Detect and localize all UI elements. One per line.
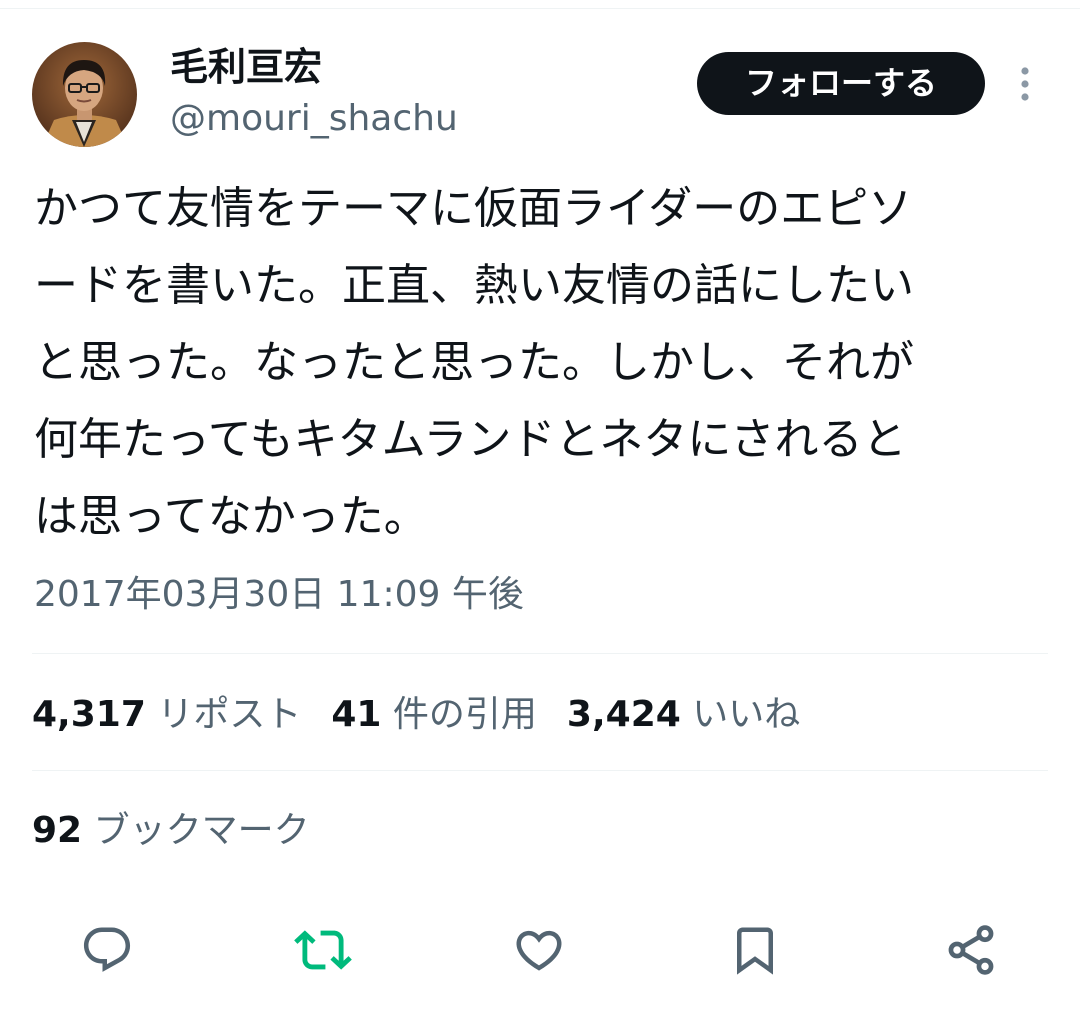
- repost-label: リポスト: [157, 694, 302, 735]
- like-label: いいね: [692, 694, 801, 735]
- tweet-line: 何年たってもキタムランドとネタにされると: [34, 414, 907, 465]
- tweet-timestamp[interactable]: 2017年03月30日 11:09 午後: [34, 570, 524, 620]
- tweet-line: ードを書いた。正直、熱い友情の話にしたい: [34, 260, 914, 311]
- tweet-line: と思った。なったと思った。しかし、それが: [34, 337, 914, 388]
- repost-button[interactable]: [293, 920, 353, 980]
- heart-icon: [516, 930, 562, 971]
- author-handle[interactable]: @mouri_shachu: [170, 95, 458, 143]
- tweet-line: は思ってなかった。: [34, 491, 428, 542]
- tweet-line: かつて友情をテーマに仮面ライダーのエピソ: [34, 183, 913, 234]
- divider: [32, 770, 1048, 771]
- tweet-text: かつて友情をテーマに仮面ライダーのエピソ ードを書いた。正直、熱い友情の話にした…: [34, 170, 1044, 555]
- follow-button[interactable]: フォローする: [697, 52, 985, 115]
- repost-icon: [294, 930, 352, 970]
- bookmark-count: 92: [32, 810, 83, 851]
- share-button[interactable]: [941, 920, 1001, 980]
- avatar-photo-icon: [32, 42, 137, 147]
- bookmark-label: ブックマーク: [93, 810, 310, 851]
- bookmark-stat[interactable]: 92 ブックマーク: [32, 806, 310, 856]
- quote-label: 件の引用: [392, 694, 537, 735]
- like-button[interactable]: [509, 920, 569, 980]
- top-divider: [0, 8, 1080, 9]
- bookmark-icon: [737, 927, 773, 975]
- engagement-stats: 4,317 リポスト 41 件の引用 3,424 いいね: [32, 690, 830, 740]
- reply-button[interactable]: [77, 920, 137, 980]
- share-icon: [948, 925, 994, 975]
- repost-count: 4,317: [32, 694, 146, 735]
- like-count: 3,424: [566, 694, 681, 735]
- repost-stat[interactable]: 4,317 リポスト: [32, 690, 301, 740]
- avatar[interactable]: [32, 42, 137, 147]
- divider: [32, 653, 1048, 654]
- author-name[interactable]: 毛利亘宏: [170, 42, 322, 92]
- like-stat[interactable]: 3,424 いいね: [567, 690, 800, 740]
- reply-icon: [83, 927, 131, 972]
- quote-stat[interactable]: 41 件の引用: [331, 690, 537, 740]
- quote-count: 41: [331, 694, 382, 735]
- bookmark-button[interactable]: [725, 920, 785, 980]
- vertical-dots-icon: [1021, 67, 1029, 101]
- more-options-button[interactable]: [1005, 64, 1045, 104]
